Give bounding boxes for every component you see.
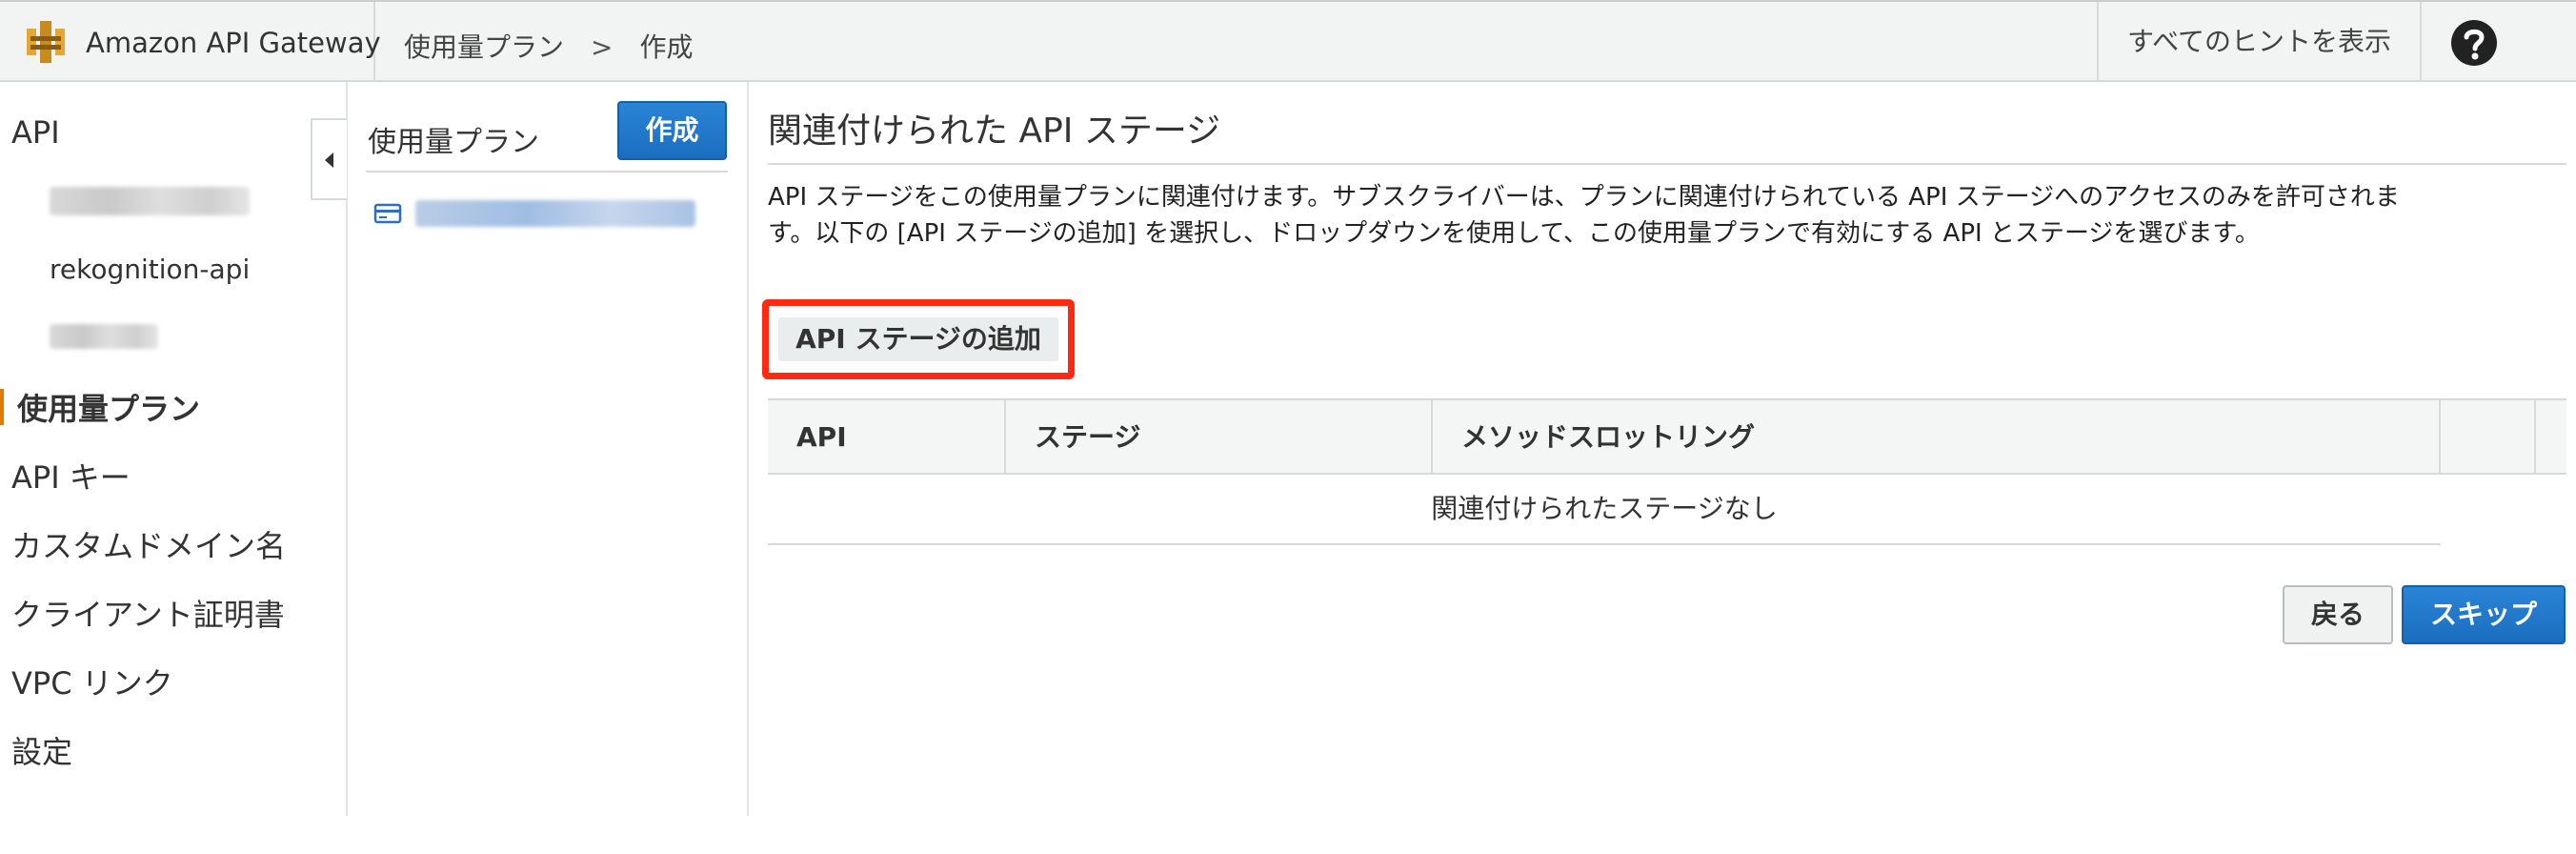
blurred-api-name[interactable]	[50, 324, 158, 349]
breadcrumb-separator: >	[591, 31, 614, 63]
nav-usage-plans[interactable]: 使用量プラン	[17, 385, 200, 429]
usage-plans-title: 使用量プラン	[368, 126, 539, 159]
heading-rule	[768, 163, 2566, 165]
nav-custom-domain-names[interactable]: カスタムドメイン名	[11, 522, 286, 566]
question-circle-icon[interactable]	[2450, 19, 2498, 67]
divider	[366, 171, 728, 173]
aws-api-gateway-logo-icon	[27, 21, 65, 63]
main-content: 関連付けられた API ステージ API ステージをこの使用量プランに関連付けま…	[751, 82, 2576, 816]
column-header-actions	[2441, 400, 2536, 475]
collapse-sidebar-button[interactable]	[311, 118, 347, 200]
nav-api[interactable]: API	[11, 114, 60, 151]
skip-button[interactable]: スキップ	[2402, 585, 2566, 644]
usage-plans-panel: 使用量プラン 作成	[349, 82, 749, 816]
description-line-2: す。以下の [API ステージの追加] を選択し、ドロップダウンを使用して、この…	[768, 219, 2260, 248]
blurred-api-name[interactable]	[50, 187, 250, 215]
active-marker	[0, 389, 4, 425]
brand[interactable]: Amazon API Gateway	[0, 2, 381, 82]
breadcrumb: 使用量プラン > 作成	[404, 27, 694, 65]
breadcrumb-usage-plans[interactable]: 使用量プラン	[404, 27, 564, 65]
breadcrumb-create: 作成	[639, 31, 694, 63]
column-header-stage[interactable]: ステージ	[1006, 400, 1433, 475]
table-header: API ステージ メソッドスロットリング	[768, 398, 2566, 475]
left-navigation: API rekognition-api 使用量プラン API キー カスタムドメ…	[0, 82, 348, 816]
nav-api-keys[interactable]: API キー	[11, 454, 131, 498]
nav-settings[interactable]: 設定	[11, 728, 72, 772]
nav-vpc-links[interactable]: VPC リンク	[11, 660, 173, 703]
usage-plan-item[interactable]	[373, 194, 735, 236]
description-line-1: API ステージをこの使用量プランに関連付けます。サブスクライバーは、プランに関…	[768, 183, 2400, 212]
column-header-method-throttling[interactable]: メソッドスロットリング	[1433, 400, 2441, 475]
column-header-api[interactable]: API	[768, 400, 1006, 475]
top-bar: Amazon API Gateway 使用量プラン > 作成 すべてのヒントを表示	[0, 0, 2576, 82]
create-button[interactable]: 作成	[617, 101, 727, 160]
blurred-plan-name[interactable]	[415, 200, 695, 227]
back-button[interactable]: 戻る	[2283, 585, 2393, 644]
app-title: Amazon API Gateway	[86, 27, 381, 59]
empty-message: 関連付けられたステージなし	[768, 475, 2441, 545]
nav-api-rekognition[interactable]: rekognition-api	[50, 254, 250, 285]
chevron-left-icon	[325, 152, 333, 168]
highlight-box: API ステージの追加	[762, 299, 1075, 379]
page-heading: 関連付けられた API ステージ	[768, 112, 1221, 151]
nav-client-certificates[interactable]: クライアント証明書	[11, 591, 285, 635]
show-all-hints-button[interactable]: すべてのヒントを表示	[2097, 2, 2422, 82]
description: API ステージをこの使用量プランに関連付けます。サブスクライバーは、プランに関…	[768, 179, 2559, 252]
card-icon	[373, 203, 402, 224]
add-api-stage-button[interactable]: API ステージの追加	[778, 317, 1058, 361]
